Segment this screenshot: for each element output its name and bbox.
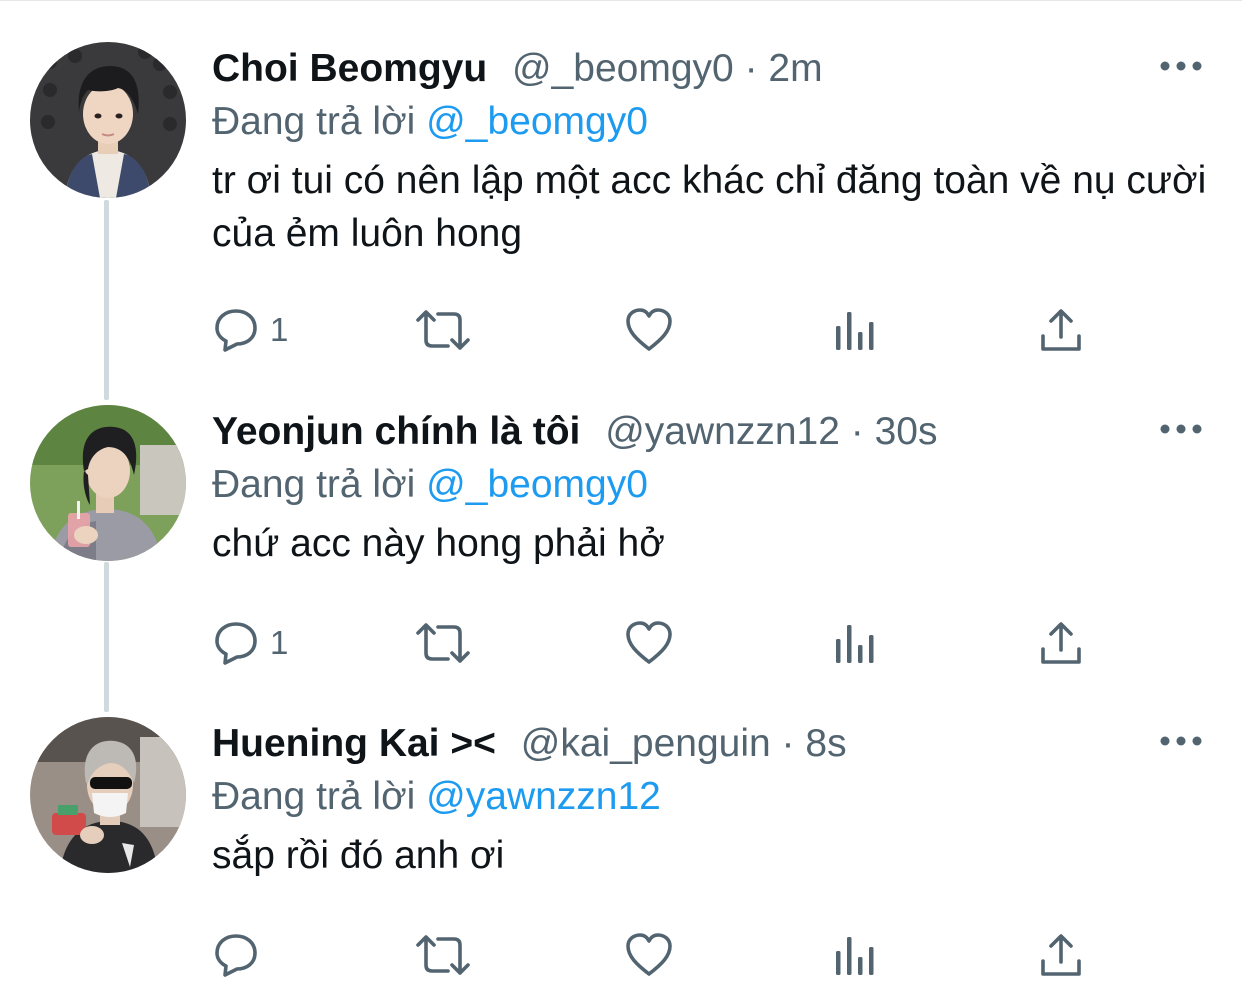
analytics-icon: [836, 312, 874, 350]
replying-to: Đang trả lời @yawnzzn12: [212, 772, 661, 822]
mention-link[interactable]: @yawnzzn12: [426, 775, 661, 818]
reply-count: 1: [270, 311, 289, 348]
retweet-button[interactable]: [414, 927, 472, 983]
user-handle[interactable]: @kai_penguin: [521, 722, 771, 765]
tweet-text: chứ acc này hong phải hở: [212, 522, 665, 565]
reply-icon: [215, 934, 257, 977]
like-icon: [626, 308, 672, 351]
tweet-actions: 1: [212, 302, 1092, 358]
more-icon[interactable]: [1158, 419, 1204, 439]
like-icon: [626, 621, 672, 664]
retweet-icon: [416, 935, 470, 975]
separator-dot: ·: [744, 47, 769, 90]
analytics-button[interactable]: [832, 927, 876, 983]
mention-link[interactable]: @_beomgy0: [426, 463, 648, 506]
more-icon[interactable]: [1158, 56, 1204, 76]
thread-connector-line: [104, 562, 109, 712]
analytics-icon: [836, 937, 874, 975]
timestamp[interactable]: 2m: [768, 47, 822, 90]
reply-button[interactable]: 1: [212, 302, 288, 358]
avatar-photo: [30, 42, 186, 198]
tweet-header: Yeonjun chính là tôi @yawnzzn12 · 30s: [212, 407, 937, 457]
like-button[interactable]: [624, 302, 674, 358]
thread-connector-line: [104, 200, 109, 400]
share-icon: [1041, 309, 1081, 351]
share-icon: [1041, 934, 1081, 976]
more-icon[interactable]: [1158, 731, 1204, 751]
analytics-button[interactable]: [832, 615, 876, 671]
display-name[interactable]: Choi Beomgyu: [212, 47, 487, 90]
separator-dot: ·: [781, 722, 806, 765]
retweet-icon: [416, 310, 470, 350]
avatar[interactable]: [30, 717, 186, 873]
timestamp[interactable]: 8s: [805, 722, 846, 765]
avatar[interactable]: [30, 42, 186, 198]
share-icon: [1041, 622, 1081, 664]
replying-to: Đang trả lời @_beomgy0: [212, 460, 648, 510]
avatar[interactable]: [30, 405, 186, 561]
mention-link[interactable]: @_beomgy0: [426, 100, 648, 143]
user-handle[interactable]: @_beomgy0: [512, 47, 734, 90]
tweet-header: Choi Beomgyu @_beomgy0 · 2m: [212, 44, 823, 94]
retweet-icon: [416, 623, 470, 663]
reply-button[interactable]: 1: [212, 615, 288, 671]
replying-to-label: Đang trả lời: [212, 100, 416, 143]
avatar-photo: [30, 405, 186, 561]
retweet-button[interactable]: [414, 615, 472, 671]
user-handle[interactable]: @yawnzzn12: [605, 410, 840, 453]
separator-dot: ·: [850, 410, 875, 453]
tweet-text: sắp rồi đó anh ơi: [212, 834, 505, 877]
replying-to-label: Đang trả lời: [212, 775, 416, 818]
reply-count: 1: [270, 624, 289, 661]
share-button[interactable]: [1038, 615, 1084, 671]
avatar-photo: [30, 717, 186, 873]
retweet-button[interactable]: [414, 302, 472, 358]
display-name[interactable]: Yeonjun chính là tôi: [212, 410, 580, 453]
display-name[interactable]: Huening Kai ><: [212, 722, 496, 765]
replying-to: Đang trả lời @_beomgy0: [212, 97, 648, 147]
analytics-icon: [836, 625, 874, 663]
share-button[interactable]: [1038, 302, 1084, 358]
analytics-button[interactable]: [832, 302, 876, 358]
reply-icon: [215, 309, 257, 352]
replying-to-label: Đang trả lời: [212, 463, 416, 506]
tweet-actions: 1: [212, 615, 1092, 671]
tweet-header: Huening Kai >< @kai_penguin · 8s: [212, 719, 847, 769]
share-button[interactable]: [1038, 927, 1084, 983]
tweet-actions: [212, 927, 1092, 983]
top-divider: [0, 0, 1242, 1]
reply-icon: [215, 622, 257, 665]
tweet-text: tr ơi tui có nên lập một acc khác chỉ đă…: [212, 159, 1207, 255]
like-button[interactable]: [624, 615, 674, 671]
reply-button[interactable]: [212, 927, 270, 983]
like-button[interactable]: [624, 927, 674, 983]
like-icon: [626, 933, 672, 976]
timestamp[interactable]: 30s: [875, 410, 938, 453]
